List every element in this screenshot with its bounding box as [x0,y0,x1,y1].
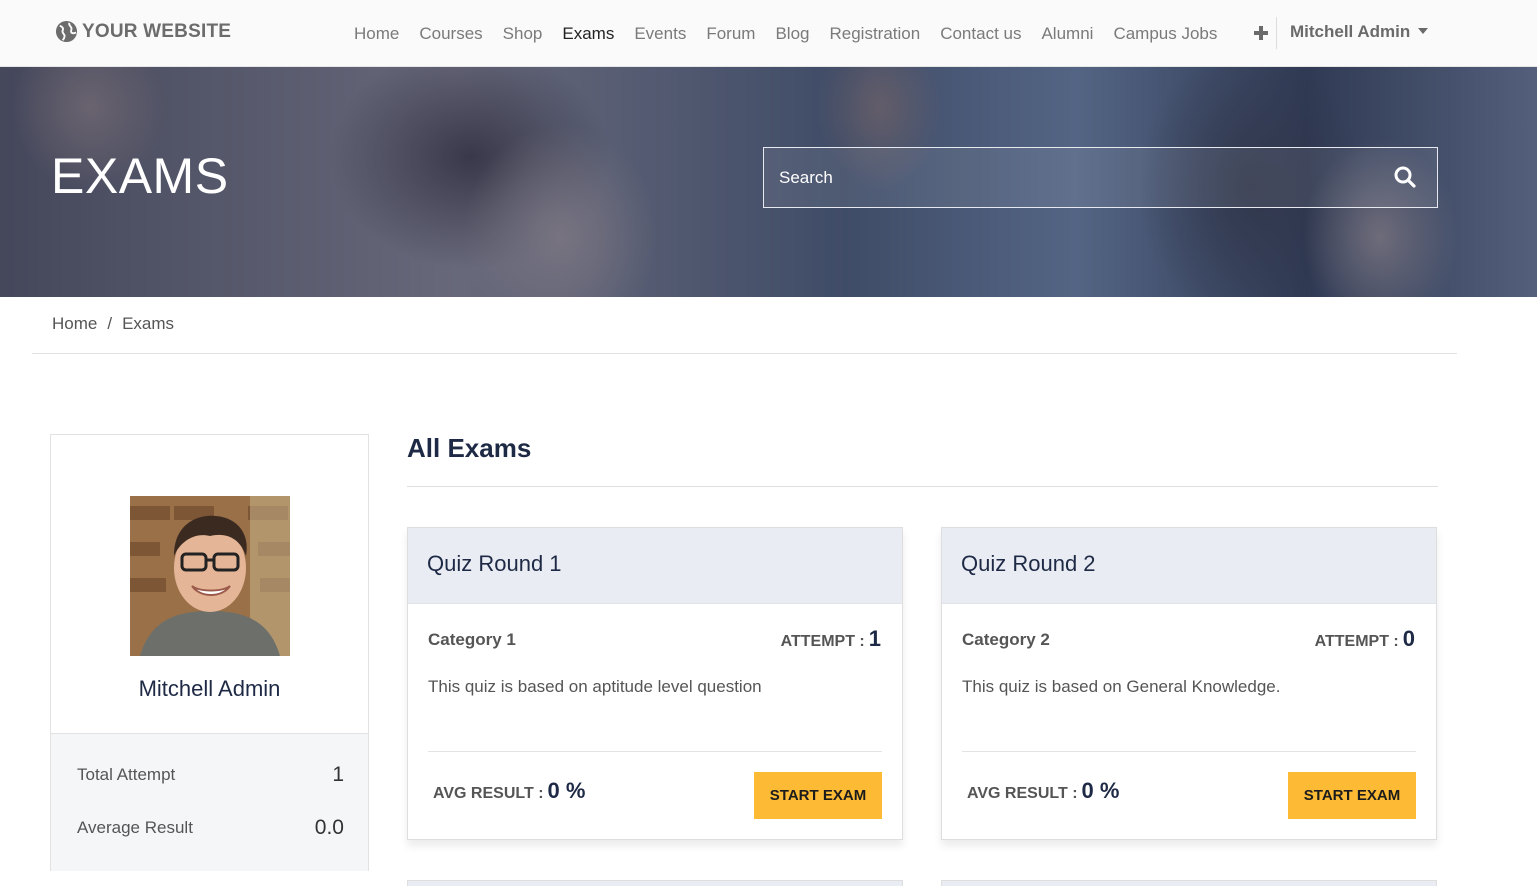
main-menu: Home Courses Shop Exams Events Forum Blo… [344,0,1227,67]
globe-icon [55,20,78,43]
stat-total-attempt: Total Attempt 1 [77,763,344,787]
nav-divider [1276,17,1277,49]
nav-link-contact-us[interactable]: Contact us [930,24,1031,44]
start-exam-button[interactable]: START EXAM [754,772,882,819]
nav-link-forum[interactable]: Forum [696,24,765,44]
exam-card-partial [941,880,1437,886]
page-title: EXAMS [51,148,229,204]
breadcrumb-separator: / [107,314,113,333]
profile-name: Mitchell Admin [138,676,281,701]
exam-title[interactable]: Quiz Round 1 [408,528,902,604]
nav-link-home[interactable]: Home [344,24,409,44]
attempt-value: 0 [1402,626,1415,651]
avg-label: AVG RESULT : [433,785,544,802]
breadcrumb: Home / Exams [52,314,174,334]
stat-average-result: Average Result 0.0 [77,816,344,840]
section-title: All Exams [407,433,532,463]
search-box [763,147,1438,208]
exam-description: This quiz is based on General Knowledge. [962,677,1281,696]
exam-card-partial [407,880,903,886]
exam-title[interactable]: Quiz Round 2 [942,528,1436,604]
breadcrumb-divider [32,353,1457,354]
add-content-button[interactable] [1250,20,1272,46]
breadcrumb-current: Exams [122,314,175,333]
top-navbar: YOUR WEBSITE Home Courses Shop Exams Eve… [0,0,1537,67]
stat-label: Average Result [77,818,193,837]
exam-card: Quiz Round 2 Category 2 ATTEMPT : 0 This… [941,527,1437,840]
exam-avg-result: AVG RESULT : 0 % [433,778,585,804]
exam-description: This quiz is based on aptitude level que… [428,677,762,696]
profile-card: Mitchell Admin Total Attempt 1 Average R… [50,434,369,871]
nav-link-exams[interactable]: Exams [552,24,624,44]
nav-link-shop[interactable]: Shop [493,24,553,44]
exam-category: Category 1 [428,630,516,649]
exam-avg-result: AVG RESULT : 0 % [967,778,1119,804]
plus-icon [1254,26,1268,40]
user-menu-name: Mitchell Admin [1290,22,1411,41]
user-menu[interactable]: Mitchell Admin [1290,22,1429,42]
stat-value: 0.0 [314,816,344,839]
nav-link-alumni[interactable]: Alumni [1031,24,1103,44]
section-divider [407,486,1438,487]
avg-value: 0 % [1081,778,1120,803]
site-name: YOUR WEBSITE [82,20,232,42]
attempt-label: ATTEMPT : [1314,633,1399,650]
nav-link-blog[interactable]: Blog [765,24,819,44]
caret-down-icon [1418,28,1429,34]
exam-category: Category 2 [962,630,1050,649]
profile-stats: Total Attempt 1 Average Result 0.0 [51,733,368,871]
card-divider [428,751,882,752]
nav-link-events[interactable]: Events [624,24,696,44]
hero-banner: EXAMS [0,67,1537,297]
attempt-label: ATTEMPT : [780,633,865,650]
search-icon[interactable] [1393,165,1417,189]
stat-label: Total Attempt [77,765,176,784]
exam-attempt: ATTEMPT : 1 [781,626,881,652]
avatar [130,496,290,656]
nav-link-courses[interactable]: Courses [409,24,492,44]
exam-card: Quiz Round 1 Category 1 ATTEMPT : 1 This… [407,527,903,840]
breadcrumb-home-link[interactable]: Home [52,314,97,334]
nav-link-campus-jobs[interactable]: Campus Jobs [1103,24,1227,44]
avg-value: 0 % [547,778,586,803]
attempt-value: 1 [868,626,881,651]
stat-value: 1 [332,763,344,786]
search-input[interactable] [764,148,1364,207]
start-exam-button[interactable]: START EXAM [1288,772,1416,819]
card-divider [962,751,1416,752]
nav-link-registration[interactable]: Registration [819,24,930,44]
site-logo[interactable]: YOUR WEBSITE [55,20,231,43]
avg-label: AVG RESULT : [967,785,1078,802]
exam-attempt: ATTEMPT : 0 [1315,626,1415,652]
